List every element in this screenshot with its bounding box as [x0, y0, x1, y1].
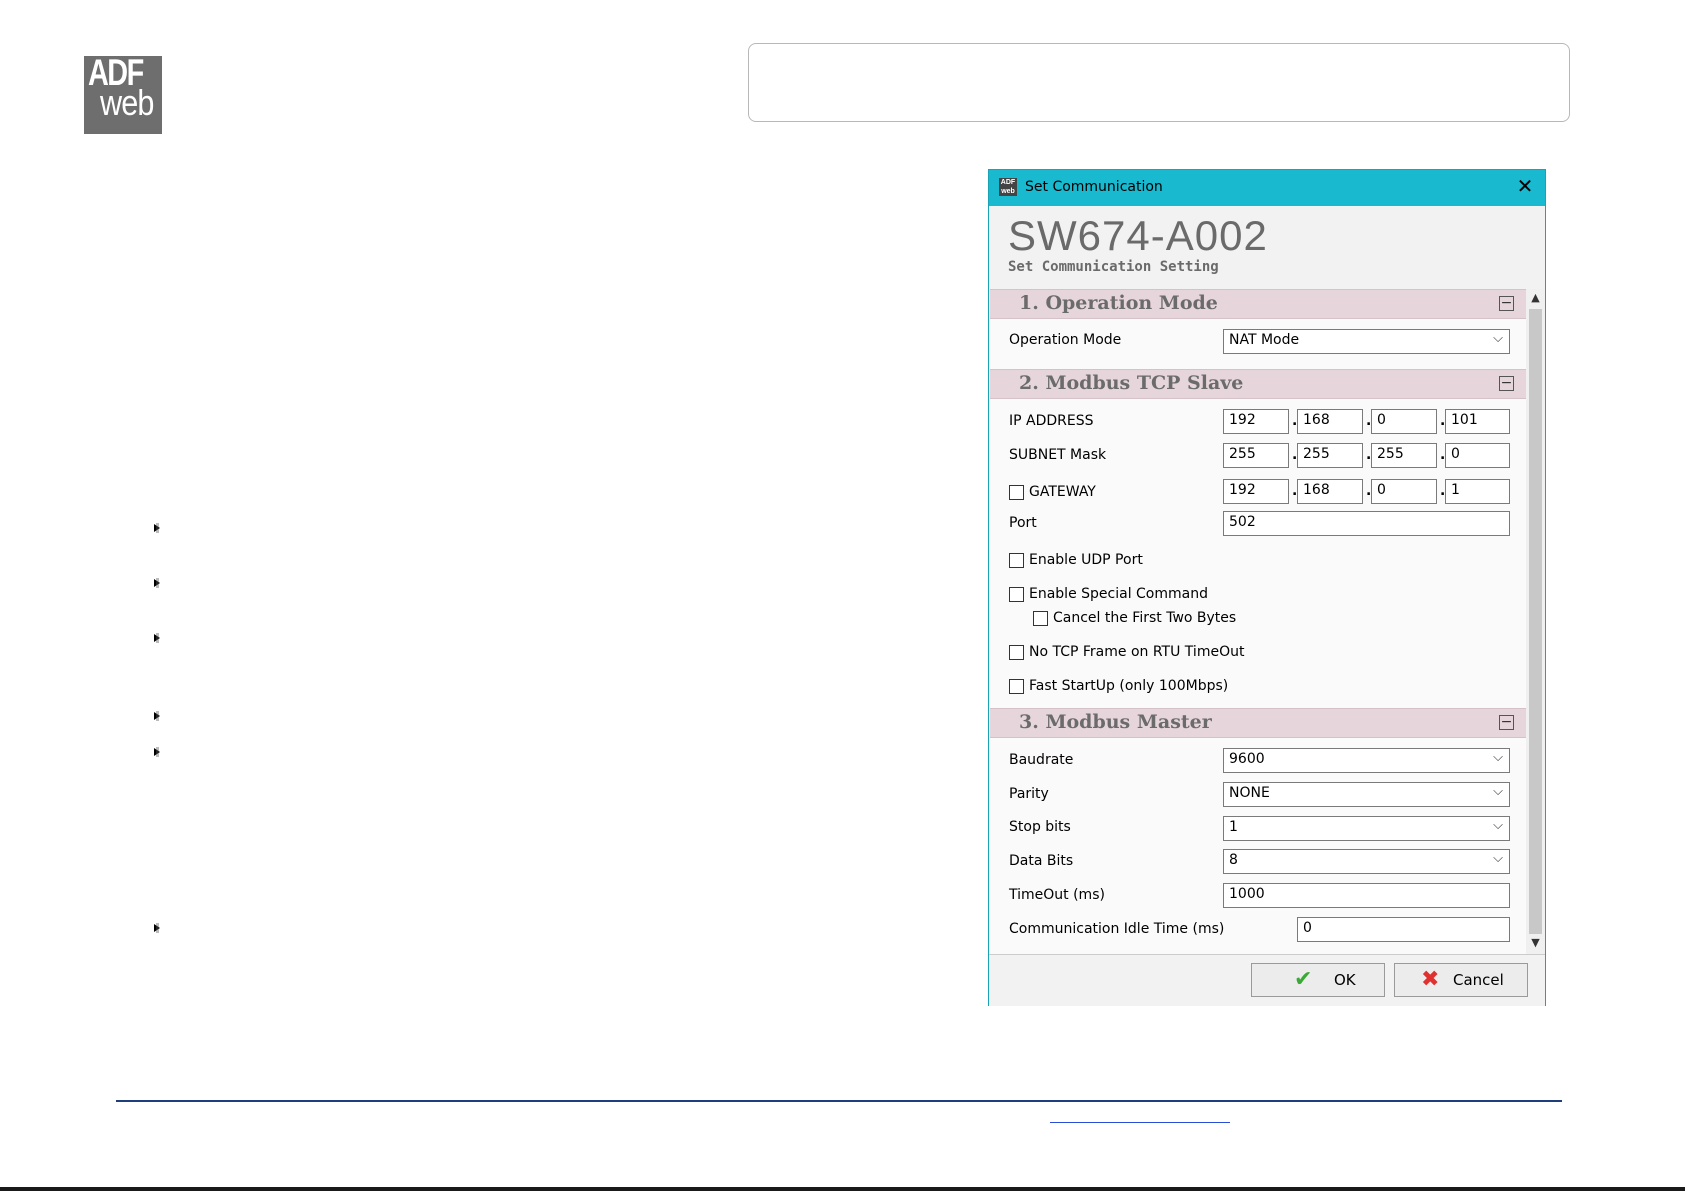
- no-tcp-frame-label: No TCP Frame on RTU TimeOut: [1029, 644, 1245, 660]
- footer-link[interactable]: [1050, 1122, 1230, 1123]
- dialog-header: SW674-A002 Set Communication Setting: [989, 206, 1545, 289]
- ip-octet-3[interactable]: 0: [1371, 409, 1437, 434]
- collapse-icon[interactable]: −: [1499, 715, 1514, 730]
- collapse-icon[interactable]: −: [1499, 296, 1514, 311]
- cancel-first-two-bytes-checkbox[interactable]: [1033, 611, 1048, 626]
- baudrate-label: Baudrate: [1009, 752, 1074, 768]
- cross-icon: ✖: [1421, 967, 1440, 992]
- scroll-up-icon[interactable]: ▲: [1526, 291, 1545, 307]
- bottom-band: [0, 1187, 1685, 1191]
- section-modbus-tcp-slave[interactable]: 2. Modbus TCP Slave −: [990, 369, 1526, 399]
- bullet-arrow-icon: [154, 711, 160, 721]
- gateway-octet-3[interactable]: 0: [1371, 479, 1437, 504]
- baudrate-select[interactable]: 9600 ⌵: [1223, 748, 1510, 773]
- stop-bits-select[interactable]: 1 ⌵: [1223, 816, 1510, 841]
- bullet-arrow-icon: [154, 747, 160, 757]
- scroll-down-icon[interactable]: ▼: [1526, 936, 1545, 952]
- subnet-octet-1[interactable]: 255: [1223, 443, 1289, 468]
- enable-udp-checkbox[interactable]: [1009, 553, 1024, 568]
- port-label: Port: [1009, 515, 1037, 531]
- chevron-down-icon: ⌵: [1493, 851, 1503, 866]
- ok-button[interactable]: ✔ OK: [1251, 963, 1385, 997]
- gateway-octet-2[interactable]: 168: [1297, 479, 1363, 504]
- idle-time-label: Communication Idle Time (ms): [1009, 921, 1225, 937]
- cancel-label: Cancel: [1453, 971, 1504, 989]
- fast-startup-checkbox[interactable]: [1009, 679, 1024, 694]
- window-title: Set Communication: [1025, 179, 1163, 195]
- check-icon: ✔: [1294, 967, 1313, 992]
- chevron-down-icon: ⌵: [1493, 331, 1503, 346]
- subnet-mask-label: SUBNET Mask: [1009, 447, 1107, 463]
- bullet-arrow-icon: [154, 523, 160, 533]
- data-bits-value: 8: [1229, 852, 1238, 868]
- chevron-down-icon: ⌵: [1493, 750, 1503, 765]
- ip-octet-2[interactable]: 168: [1297, 409, 1363, 434]
- title-bar[interactable]: ADF web Set Communication ✕: [989, 170, 1545, 206]
- fast-startup-label: Fast StartUp (only 100Mbps): [1029, 678, 1229, 694]
- idle-time-input[interactable]: 0: [1297, 917, 1510, 942]
- parity-label: Parity: [1009, 786, 1049, 802]
- ok-label: OK: [1334, 971, 1356, 989]
- operation-mode-label: Operation Mode: [1009, 332, 1122, 348]
- app-icon: ADF web: [999, 178, 1017, 196]
- close-icon[interactable]: ✕: [1513, 174, 1537, 198]
- gateway-checkbox[interactable]: [1009, 485, 1024, 500]
- stop-bits-label: Stop bits: [1009, 819, 1071, 835]
- enable-special-command-checkbox[interactable]: [1009, 587, 1024, 602]
- chevron-down-icon: ⌵: [1493, 818, 1503, 833]
- ip-octet-1[interactable]: 192: [1223, 409, 1289, 434]
- data-bits-select[interactable]: 8 ⌵: [1223, 849, 1510, 874]
- bullet-arrow-icon: [154, 633, 160, 643]
- app-icon-text-bottom: web: [1001, 188, 1015, 195]
- gateway-octet-4[interactable]: 1: [1445, 479, 1510, 504]
- header-box: [748, 43, 1570, 122]
- port-input[interactable]: 502: [1223, 511, 1510, 536]
- no-tcp-frame-checkbox[interactable]: [1009, 645, 1024, 660]
- cancel-button[interactable]: ✖ Cancel: [1394, 963, 1528, 997]
- product-code: SW674-A002: [1008, 212, 1268, 259]
- vertical-scrollbar[interactable]: ▲ ▼: [1526, 289, 1545, 954]
- button-bar: ✔ OK ✖ Cancel: [989, 954, 1545, 1006]
- ip-octet-4[interactable]: 101: [1445, 409, 1510, 434]
- timeout-input[interactable]: 1000: [1223, 883, 1510, 908]
- parity-select[interactable]: NONE ⌵: [1223, 782, 1510, 807]
- section-title: 1. Operation Mode: [1019, 292, 1218, 314]
- enable-udp-label: Enable UDP Port: [1029, 552, 1143, 568]
- settings-panel: 1. Operation Mode − Operation Mode NAT M…: [990, 289, 1526, 954]
- operation-mode-select[interactable]: NAT Mode ⌵: [1223, 329, 1510, 354]
- gateway-label: GATEWAY: [1029, 484, 1096, 500]
- footer-divider: [116, 1100, 1562, 1102]
- section-title: 3. Modbus Master: [1019, 711, 1212, 733]
- section-operation-mode[interactable]: 1. Operation Mode −: [990, 289, 1526, 319]
- gateway-octet-1[interactable]: 192: [1223, 479, 1289, 504]
- ip-address-label: IP ADDRESS: [1009, 413, 1094, 429]
- collapse-icon[interactable]: −: [1499, 376, 1514, 391]
- data-bits-label: Data Bits: [1009, 853, 1074, 869]
- cancel-first-two-bytes-label: Cancel the First Two Bytes: [1053, 610, 1237, 626]
- enable-special-command-label: Enable Special Command: [1029, 586, 1208, 602]
- operation-mode-value: NAT Mode: [1229, 332, 1300, 348]
- adf-web-logo: ADF web: [84, 56, 162, 134]
- set-communication-dialog: ADF web Set Communication ✕ SW674-A002 S…: [988, 169, 1546, 1006]
- subnet-octet-4[interactable]: 0: [1445, 443, 1510, 468]
- app-icon-text-top: ADF: [1000, 179, 1016, 186]
- logo-text-bottom: web: [100, 82, 154, 123]
- bullet-arrow-icon: [154, 923, 160, 933]
- parity-value: NONE: [1229, 785, 1270, 801]
- stop-bits-value: 1: [1229, 819, 1238, 835]
- dialog-subtitle: Set Communication Setting: [1008, 259, 1219, 275]
- section-modbus-master[interactable]: 3. Modbus Master −: [990, 708, 1526, 738]
- chevron-down-icon: ⌵: [1493, 784, 1503, 799]
- scroll-thumb[interactable]: [1529, 309, 1542, 934]
- timeout-label: TimeOut (ms): [1009, 887, 1105, 903]
- subnet-octet-2[interactable]: 255: [1297, 443, 1363, 468]
- baudrate-value: 9600: [1229, 751, 1265, 767]
- section-title: 2. Modbus TCP Slave: [1019, 372, 1244, 394]
- subnet-octet-3[interactable]: 255: [1371, 443, 1437, 468]
- bullet-arrow-icon: [154, 578, 160, 588]
